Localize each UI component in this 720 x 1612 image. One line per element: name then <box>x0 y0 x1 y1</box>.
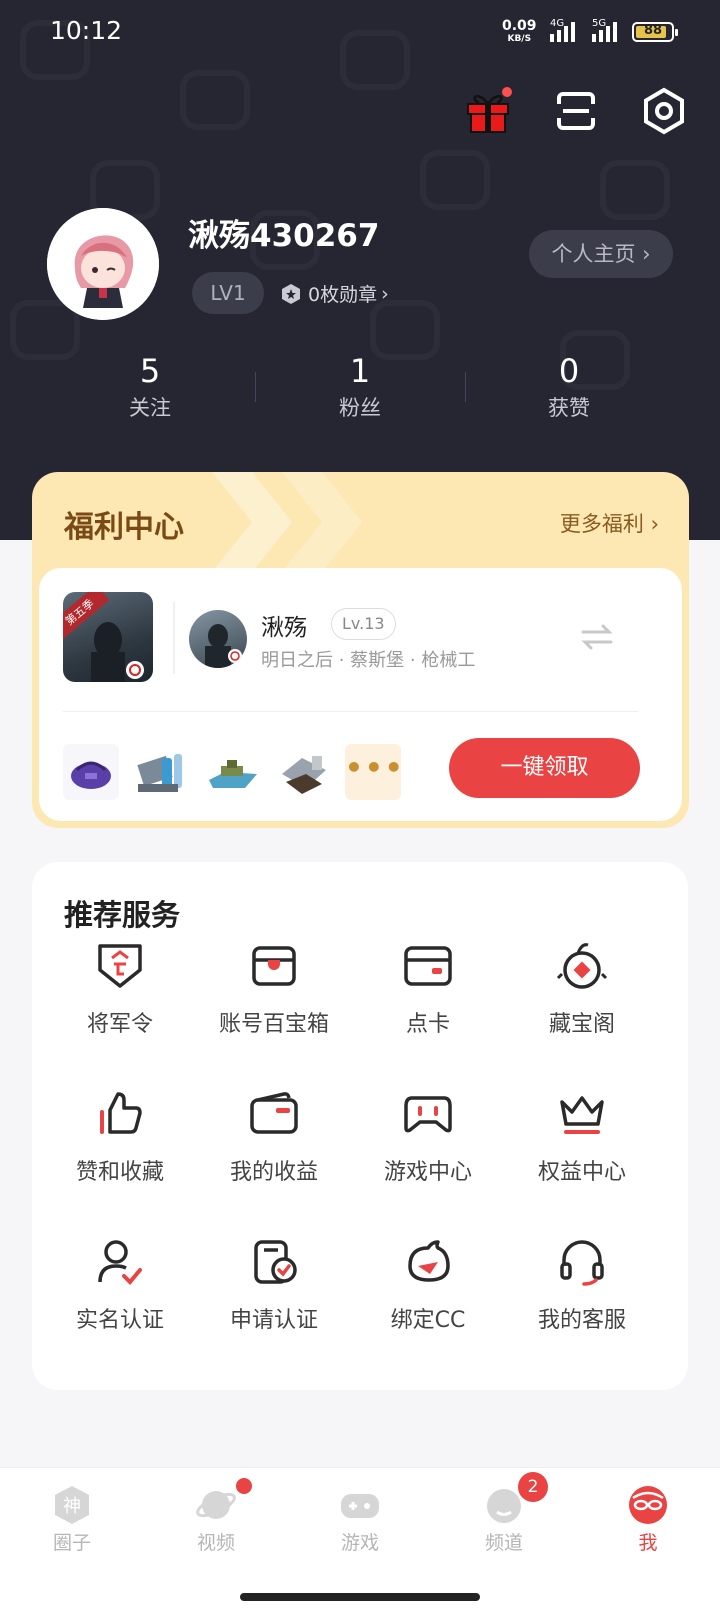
recommended-services-card: 推荐服务 将军令 账号百宝箱 点卡 藏宝阁 赞和收藏 我的收益 游戏中心 权益中… <box>32 862 688 1390</box>
thumbs-up-icon <box>100 1092 142 1134</box>
stat-divider <box>255 372 256 402</box>
game-cover-image[interactable]: 第五季 <box>63 592 153 682</box>
battery-icon: 88 <box>632 22 678 42</box>
stat-divider <box>465 372 466 402</box>
services-title: 推荐服务 <box>64 898 181 932</box>
level-badge[interactable]: LV1 <box>192 272 264 314</box>
gamepad-nav-icon <box>341 1494 379 1518</box>
gamepad-icon <box>404 1096 452 1133</box>
status-bar: 10:12 0.09 KB/S 4G 5G 88 <box>0 0 720 66</box>
more-rewards-button[interactable]: ••• <box>345 744 403 800</box>
home-indicator[interactable] <box>240 1593 480 1601</box>
welfare-game-panel: 第五季 湫殇 Lv.13 明日之后 · 蔡斯堡 · 枪械工 ••• 一键领取 <box>39 568 682 821</box>
chevron-right-icon: › <box>381 282 389 305</box>
character-server-info: 明日之后 · 蔡斯堡 · 枪械工 <box>261 650 476 671</box>
claim-all-button[interactable]: 一键领取 <box>449 738 640 798</box>
user-verified-icon <box>98 1240 142 1285</box>
service-likes-favorites[interactable]: 赞和收藏 <box>38 1088 202 1208</box>
stat-following[interactable]: 5 关注 <box>70 352 230 422</box>
me-mask-icon <box>629 1486 667 1524</box>
channel-badge: 2 <box>518 1472 548 1502</box>
welfare-title: 福利中心 <box>64 510 184 545</box>
reward-item-supplies-icon[interactable] <box>276 744 332 800</box>
notification-dot <box>236 1478 252 1494</box>
circle-god-icon: 神 <box>55 1486 89 1524</box>
panel-divider <box>63 711 638 712</box>
reward-item-bag-icon[interactable] <box>63 744 119 800</box>
reward-item-map-icon[interactable] <box>205 744 261 800</box>
nav-tab-games[interactable]: 游戏 <box>288 1484 432 1555</box>
signal-5g-icon: 5G <box>592 18 622 42</box>
network-speed: 0.09 KB/S <box>502 18 537 44</box>
treasure-pavilion-icon <box>556 943 608 989</box>
medal-count: 0枚勋章 <box>308 284 378 306</box>
service-my-earnings[interactable]: 我的收益 <box>192 1088 356 1208</box>
medal-link[interactable]: 0枚勋章 › <box>280 280 389 307</box>
headset-icon <box>560 1240 604 1286</box>
chevron-right-icon: › <box>643 512 659 536</box>
avatar[interactable] <box>47 208 159 320</box>
nav-tab-circle[interactable]: 神 圈子 <box>0 1484 144 1555</box>
welfare-center-card: 福利中心 更多福利 › 第五季 湫殇 Lv.13 明日之后 · 蔡斯堡 · 枪械… <box>32 472 689 828</box>
service-game-center[interactable]: 游戏中心 <box>346 1088 510 1208</box>
nav-tab-me[interactable]: 我 <box>576 1484 720 1555</box>
chevron-right-icon: › <box>635 242 651 266</box>
service-apply-verification[interactable]: 申请认证 <box>192 1236 356 1356</box>
service-benefits-center[interactable]: 权益中心 <box>500 1088 664 1208</box>
service-general-token[interactable]: 将军令 <box>38 940 202 1060</box>
decor-chevron <box>212 472 362 572</box>
shield-icon <box>98 944 142 988</box>
service-bind-cc[interactable]: 绑定CC <box>346 1236 510 1356</box>
document-check-icon <box>254 1240 297 1284</box>
scan-icon[interactable] <box>551 86 601 136</box>
character-avatar <box>189 610 247 668</box>
gift-icon[interactable] <box>463 86 513 136</box>
planet-icon <box>196 1491 236 1519</box>
service-customer-support[interactable]: 我的客服 <box>500 1236 664 1356</box>
signal-4g-icon: 4G <box>550 18 580 42</box>
reward-item-weapons-icon[interactable] <box>134 744 190 800</box>
homepage-button[interactable]: 个人主页 › <box>529 230 673 278</box>
crown-icon <box>560 1096 604 1134</box>
service-treasure-pavilion[interactable]: 藏宝阁 <box>500 940 664 1060</box>
nav-tab-channel[interactable]: 频道 2 <box>432 1472 576 1555</box>
bottom-navigation: 神 圈子 视频 游戏 频道 2 我 <box>0 1467 720 1612</box>
more-welfare-link[interactable]: 更多福利 › <box>560 508 659 538</box>
character-name: 湫殇 <box>261 615 307 641</box>
svg-text:神: 神 <box>63 1496 81 1517</box>
service-point-card[interactable]: 点卡 <box>346 940 510 1060</box>
service-account-box[interactable]: 账号百宝箱 <box>192 940 356 1060</box>
cc-mascot-icon <box>408 1240 450 1282</box>
character-level: Lv.13 <box>331 608 396 640</box>
medal-icon <box>282 283 300 304</box>
status-time: 10:12 <box>50 16 123 45</box>
swap-icon[interactable] <box>579 622 615 652</box>
nav-tab-video[interactable]: 视频 <box>144 1478 288 1555</box>
username: 湫殇430267 <box>188 218 380 254</box>
panel-divider <box>173 602 175 674</box>
stat-likes[interactable]: 0 获赞 <box>489 352 649 422</box>
stat-fans[interactable]: 1 粉丝 <box>280 352 440 422</box>
card-icon <box>404 946 452 986</box>
service-realname-verification[interactable]: 实名认证 <box>38 1236 202 1356</box>
wallet-icon <box>250 1092 298 1134</box>
settings-icon[interactable] <box>639 86 689 136</box>
treasure-box-icon <box>252 946 296 986</box>
